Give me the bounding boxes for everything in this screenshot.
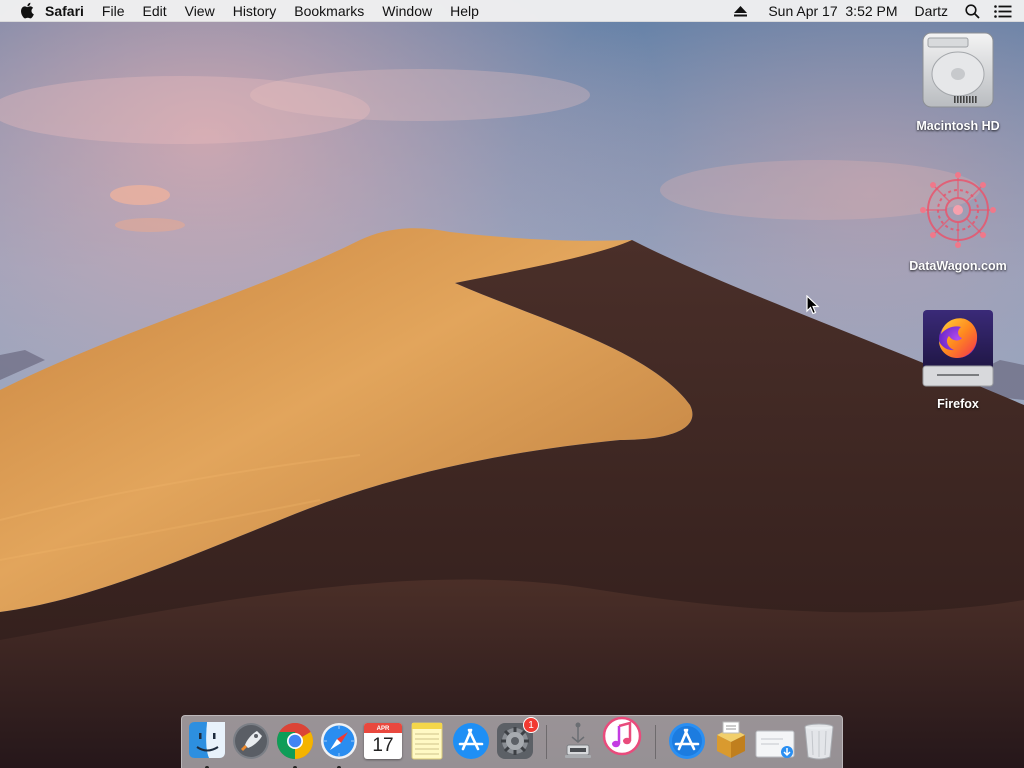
dock-app-store[interactable] <box>449 719 493 763</box>
dock-separator <box>655 725 656 759</box>
applications-folder-icon <box>669 723 705 759</box>
dock-launchpad[interactable] <box>229 719 273 763</box>
mouse-cursor-icon <box>806 295 820 315</box>
menu-extras: Sun Apr 17 3:52 PM Dartz <box>727 0 1024 22</box>
menu-window[interactable]: Window <box>373 0 441 22</box>
dock-chrome[interactable] <box>273 719 317 768</box>
desktop-icon-firefox[interactable]: Firefox <box>898 308 1018 411</box>
launchpad-icon <box>233 723 269 759</box>
eject-icon[interactable] <box>727 0 754 22</box>
finder-icon <box>189 722 225 758</box>
app-store-icon <box>453 723 489 759</box>
installer-icon <box>717 721 745 758</box>
desktop-icon-label: Macintosh HD <box>916 119 1000 133</box>
desktop-icon-macintosh-hd[interactable]: Macintosh HD <box>898 30 1018 133</box>
notification-badge: 1 <box>523 717 539 733</box>
dock-calendar[interactable]: APR 17 <box>361 719 405 763</box>
dock: APR 17 1 <box>181 715 843 768</box>
dock-trash[interactable] <box>797 719 841 763</box>
calendar-month: APR <box>376 726 390 732</box>
apple-menu-icon[interactable] <box>17 0 37 22</box>
wallpaper <box>0 0 1024 768</box>
datawagon-icon <box>918 170 998 250</box>
notes-icon <box>411 722 443 760</box>
trash-icon <box>804 723 834 760</box>
menu-file[interactable]: File <box>93 0 134 22</box>
menu-bar: Safari File Edit View History Bookmarks … <box>0 0 1024 22</box>
firefox-disk-icon <box>918 308 998 388</box>
clock[interactable]: Sun Apr 17 3:52 PM <box>754 0 904 22</box>
menu-view[interactable]: View <box>176 0 224 22</box>
desktop[interactable]: Safari File Edit View History Bookmarks … <box>0 0 1024 768</box>
dock-downloads[interactable] <box>753 719 797 763</box>
dock-itunes[interactable] <box>600 716 644 760</box>
menu-help[interactable]: Help <box>441 0 488 22</box>
dock-separator <box>546 725 547 759</box>
dock-notes[interactable] <box>405 719 449 763</box>
itunes-icon <box>602 716 642 756</box>
menu-history[interactable]: History <box>224 0 286 22</box>
safari-icon <box>321 723 357 759</box>
downloads-stack-icon <box>755 730 795 758</box>
dock-safari[interactable] <box>317 719 361 768</box>
dock-installer[interactable] <box>709 719 753 763</box>
chrome-icon <box>276 723 314 759</box>
dock-system-preferences[interactable]: 1 <box>493 717 539 763</box>
dock-migration-assistant[interactable] <box>556 719 600 763</box>
menu-app-name[interactable]: Safari <box>37 0 93 22</box>
dock-finder[interactable] <box>185 719 229 768</box>
dock-applications[interactable] <box>665 719 709 763</box>
calendar-day: 17 <box>372 735 394 756</box>
desktop-icon-label: DataWagon.com <box>909 259 1007 273</box>
spotlight-search-icon[interactable] <box>955 0 987 22</box>
menu-edit[interactable]: Edit <box>133 0 175 22</box>
user-menu[interactable]: Dartz <box>905 0 955 22</box>
notification-center-icon[interactable] <box>987 0 1024 22</box>
desktop-icon-label: Firefox <box>937 397 979 411</box>
migration-assistant-icon <box>565 722 591 758</box>
calendar-icon: APR 17 <box>364 723 402 759</box>
desktop-icon-datawagon[interactable]: DataWagon.com <box>898 170 1018 273</box>
menu-bookmarks[interactable]: Bookmarks <box>285 0 373 22</box>
hard-drive-icon <box>918 30 998 110</box>
